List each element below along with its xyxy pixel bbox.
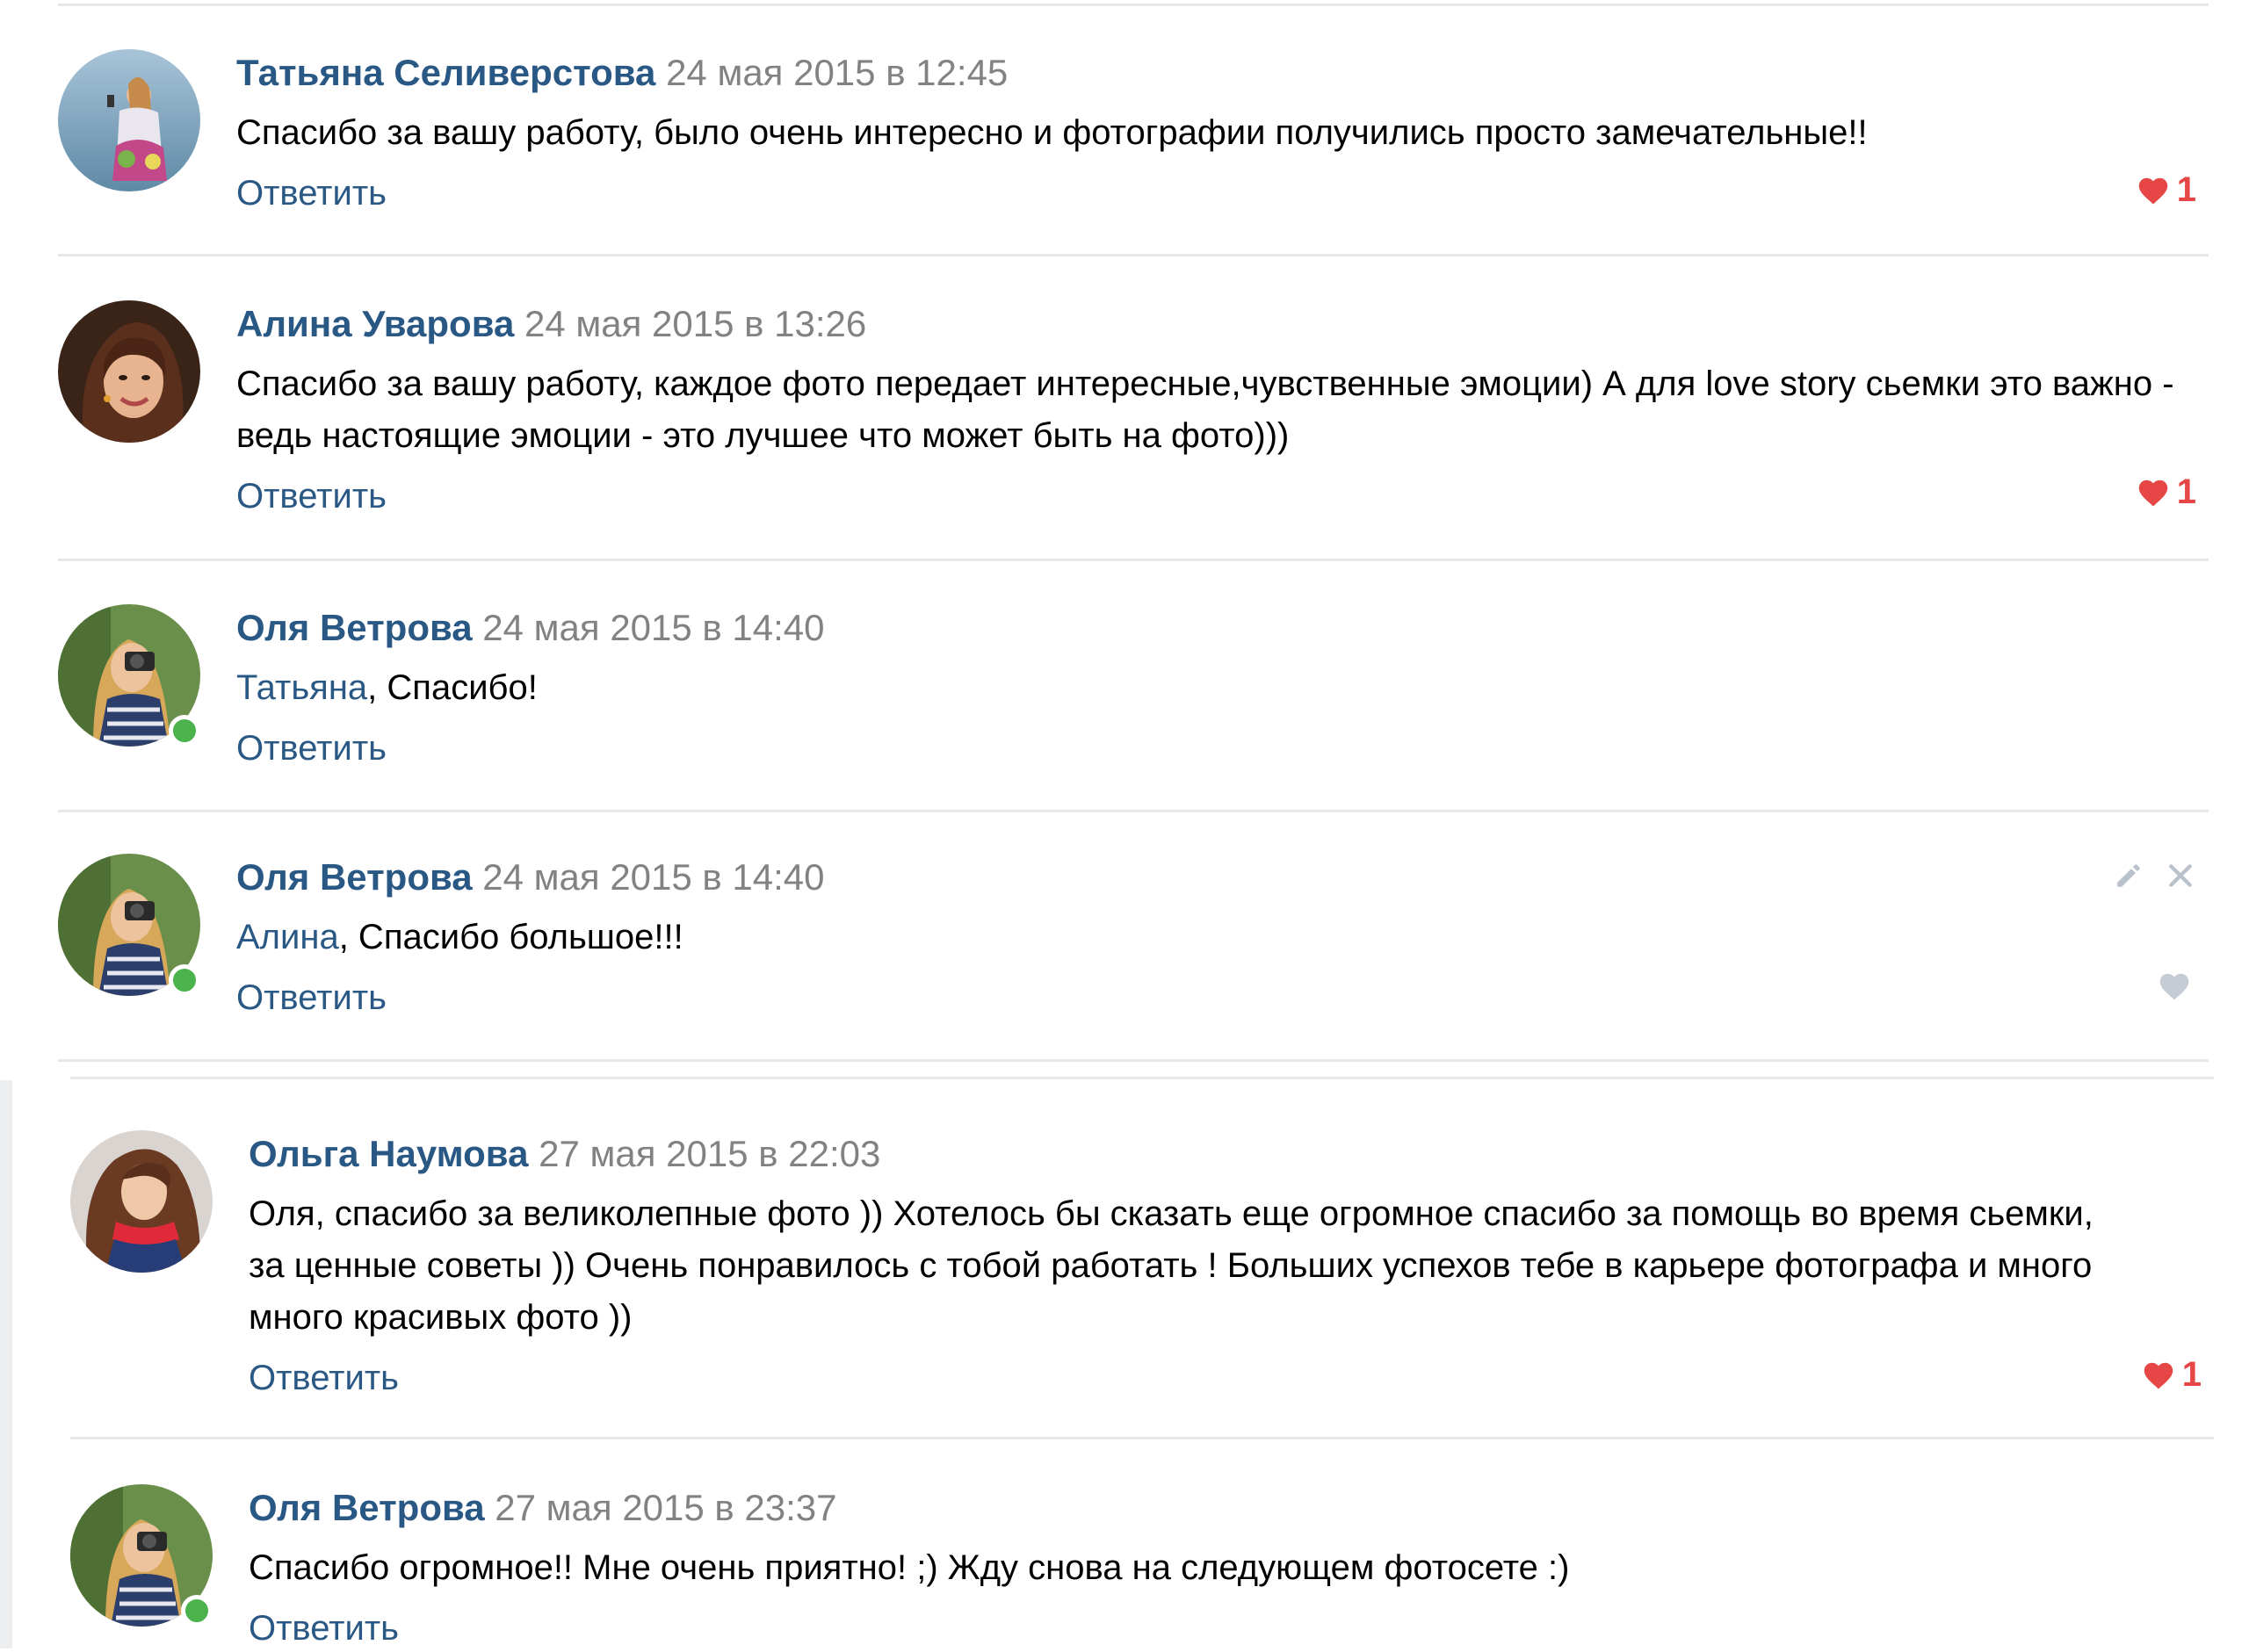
author-name[interactable]: Оля Ветрова xyxy=(236,607,473,648)
comment-text-content: , Спасибо! xyxy=(367,668,538,707)
online-indicator xyxy=(169,715,200,747)
reply-link[interactable]: Ответить xyxy=(249,1354,2214,1402)
author-name[interactable]: Татьяна Селиверстова xyxy=(236,52,655,93)
comment-header: Оля Ветрова 24 мая 2015 в 14:40 xyxy=(236,854,2209,901)
comment-body: Татьяна Селиверстова 24 мая 2015 в 12:45… xyxy=(236,49,2209,217)
comment-item: Оля Ветрова 24 мая 2015 в 14:40 Алина, С… xyxy=(58,854,2209,1062)
reply-link[interactable]: Ответить xyxy=(236,473,2209,520)
comment-body: Ольга Наумова 27 мая 2015 в 22:03 Оля, с… xyxy=(249,1130,2214,1402)
reply-link[interactable]: Ответить xyxy=(236,725,2209,772)
heart-icon xyxy=(2137,478,2170,508)
like-button[interactable] xyxy=(2158,971,2191,1001)
comment-date[interactable]: 27 мая 2015 в 22:03 xyxy=(539,1133,880,1174)
comment-text: Алина, Спасибо большое!!! xyxy=(236,912,2209,963)
author-name[interactable]: Алина Уварова xyxy=(236,303,514,344)
comment-text-content: , Спасибо большое!!! xyxy=(338,918,683,956)
mention-link[interactable]: Татьяна xyxy=(236,668,367,707)
top-divider xyxy=(58,4,2209,6)
avatar[interactable] xyxy=(70,1130,213,1273)
comment-item: Оля Ветрова 24 мая 2015 в 14:40 Татьяна,… xyxy=(58,604,2209,812)
comment-text: Спасибо за вашу работу, было очень интер… xyxy=(236,113,1868,152)
online-indicator xyxy=(181,1595,213,1627)
comment-body: Оля Ветрова 24 мая 2015 в 14:40 Алина, С… xyxy=(236,854,2209,1021)
author-name[interactable]: Оля Ветрова xyxy=(249,1487,485,1528)
heart-icon xyxy=(2137,176,2170,206)
comment-date[interactable]: 24 мая 2015 в 12:45 xyxy=(666,52,1008,93)
comment-body: Оля Ветрова 24 мая 2015 в 14:40 Татьяна,… xyxy=(236,604,2209,772)
comment-body: Оля Ветрова 27 мая 2015 в 23:37 Спасибо … xyxy=(249,1484,2214,1652)
like-button[interactable]: 1 xyxy=(2137,170,2196,210)
comments-feed: Татьяна Селиверстова 24 мая 2015 в 12:45… xyxy=(0,0,2249,1648)
comment-text: Татьяна, Спасибо! xyxy=(236,662,2209,714)
comment-item: Ольга Наумова 27 мая 2015 в 22:03 Оля, с… xyxy=(70,1130,2214,1439)
reply-link[interactable]: Ответить xyxy=(236,170,2209,217)
like-count: 1 xyxy=(2176,170,2196,209)
comment-item: Татьяна Селиверстова 24 мая 2015 в 12:45… xyxy=(58,49,2209,256)
mention-link[interactable]: Алина xyxy=(236,918,339,956)
online-indicator xyxy=(169,964,200,996)
reply-link[interactable]: Ответить xyxy=(236,974,2209,1021)
comment-text: Спасибо за вашу работу, каждое фото пере… xyxy=(236,364,2174,455)
like-button[interactable]: 1 xyxy=(2137,473,2196,512)
like-count: 1 xyxy=(2176,473,2196,511)
close-icon[interactable] xyxy=(2166,862,2195,894)
comment-item: Оля Ветрова 27 мая 2015 в 23:37 Спасибо … xyxy=(70,1484,2214,1648)
author-name[interactable]: Ольга Наумова xyxy=(249,1133,528,1174)
avatar[interactable] xyxy=(58,49,200,191)
like-count: 1 xyxy=(2181,1355,2202,1394)
comment-date[interactable]: 24 мая 2015 в 14:40 xyxy=(482,607,824,648)
like-button[interactable]: 1 xyxy=(2142,1355,2202,1395)
divider xyxy=(70,1077,2214,1079)
comment-date[interactable]: 24 мая 2015 в 13:26 xyxy=(524,303,866,344)
comment-item: Алина Уварова 24 мая 2015 в 13:26 Спасиб… xyxy=(58,300,2209,561)
heart-outline-icon xyxy=(2158,971,2191,1001)
comment-text: Оля, спасибо за великолепные фото )) Хот… xyxy=(249,1194,2094,1337)
comment-date[interactable]: 27 мая 2015 в 23:37 xyxy=(495,1487,836,1528)
avatar[interactable] xyxy=(58,300,200,443)
comment-header: Татьяна Селиверстова 24 мая 2015 в 12:45 xyxy=(236,49,2209,97)
comment-header: Оля Ветрова 24 мая 2015 в 14:40 xyxy=(236,604,2209,652)
comment-body: Алина Уварова 24 мая 2015 в 13:26 Спасиб… xyxy=(236,300,2209,520)
reply-link[interactable]: Ответить xyxy=(249,1605,2214,1652)
comment-actions xyxy=(2114,861,2195,895)
comment-header: Ольга Наумова 27 мая 2015 в 22:03 xyxy=(249,1130,2214,1178)
comment-header: Оля Ветрова 27 мая 2015 в 23:37 xyxy=(249,1484,2214,1532)
comment-date[interactable]: 24 мая 2015 в 14:40 xyxy=(482,856,824,898)
heart-icon xyxy=(2142,1360,2175,1390)
author-name[interactable]: Оля Ветрова xyxy=(236,856,473,898)
pencil-icon[interactable] xyxy=(2114,861,2144,895)
comment-text: Спасибо огромное!! Мне очень приятно! ;)… xyxy=(249,1548,1570,1587)
comment-header: Алина Уварова 24 мая 2015 в 13:26 xyxy=(236,300,2209,348)
page-edge xyxy=(0,1080,12,1648)
